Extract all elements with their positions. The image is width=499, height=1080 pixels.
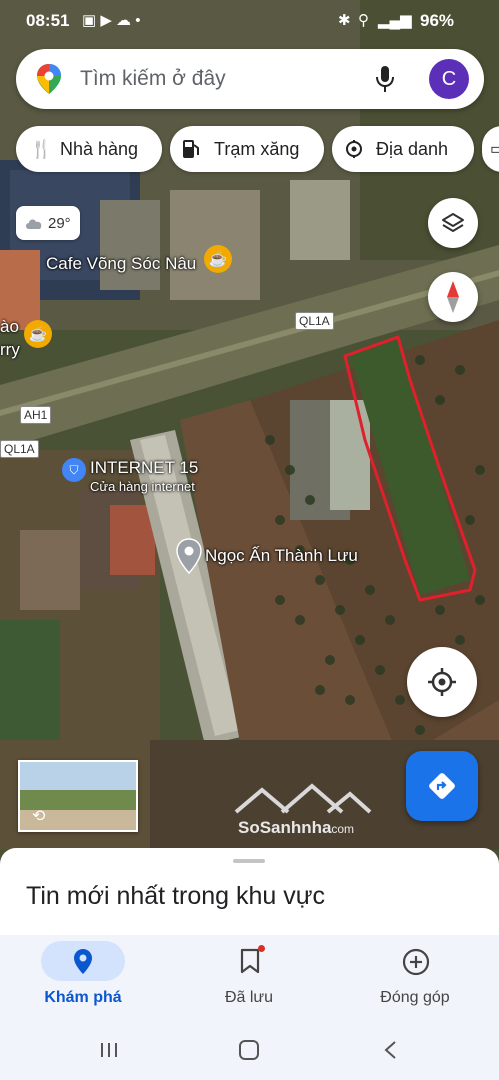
chip-landmarks[interactable]: Địa danh	[332, 126, 474, 172]
chip-more-icon: ▭	[490, 141, 499, 158]
sky	[20, 762, 136, 790]
location-status-icon: ⚲	[358, 12, 369, 29]
road-shield-ah1: AH1	[20, 406, 52, 424]
directions-icon	[429, 773, 455, 799]
avatar-letter: C	[441, 67, 457, 90]
watermark: SoSanhnha .com	[232, 782, 382, 842]
compass-button[interactable]	[428, 272, 478, 322]
cloud-icon	[26, 219, 42, 229]
chip-gas-stations[interactable]: Trạm xăng	[170, 126, 324, 172]
cafe-left-label-1[interactable]: ào	[0, 317, 19, 337]
internet-label[interactable]: INTERNET 15	[90, 458, 198, 478]
status-bar: 08:51 ▣ ▶ ☁ • ✱ ⚲ ▂▄▆ 96%	[0, 0, 499, 40]
nav-contribute-label: Đóng góp	[380, 989, 450, 1006]
weather-badge[interactable]: 29°	[16, 206, 80, 240]
cafe-label[interactable]: Cafe Võng Sóc Nâu	[46, 254, 196, 274]
watermark-houses-logo	[234, 783, 372, 814]
bluetooth-icon: ✱	[338, 12, 351, 29]
avatar[interactable]: C	[429, 59, 469, 99]
notification-icons: ▣ ▶ ☁ •	[82, 12, 141, 29]
directions-button[interactable]	[406, 751, 478, 821]
place-pin-icon[interactable]	[176, 538, 202, 574]
cafe-marker-left[interactable]: ☕	[24, 320, 52, 348]
nav-saved[interactable]: Đã lưu	[166, 935, 332, 1023]
nav-explore-label: Khám phá	[44, 989, 122, 1006]
nav-saved-label: Đã lưu	[224, 989, 274, 1006]
sheet-title: Tin mới nhất trong khu vực	[26, 882, 325, 910]
watermark-text: SoSanhnha	[238, 818, 332, 837]
cafe-marker[interactable]: ☕	[204, 245, 232, 273]
nav-contribute[interactable]: Đóng góp	[332, 935, 498, 1023]
rotate-360-icon: ⟲	[32, 808, 46, 825]
chip-landmarks-label: Địa danh	[376, 138, 449, 159]
bookmark-icon	[240, 948, 260, 974]
chip-restaurants[interactable]: 🍴 Nhà hàng	[16, 126, 162, 172]
place-label[interactable]: Ngọc Ấn Thành Lưu	[205, 546, 358, 566]
bottom-navigation: Khám phá Đã lưu Đóng góp	[0, 935, 499, 1023]
shopping-bag-icon: ⛉	[69, 462, 79, 477]
internet-marker[interactable]: ⛉	[62, 458, 86, 482]
chip-restaurants-label: Nhà hàng	[60, 138, 139, 159]
home-icon[interactable]	[238, 1039, 260, 1061]
layers-icon	[442, 213, 464, 232]
watermark-suffix: .com	[328, 822, 355, 836]
search-bar[interactable]: Tìm kiếm ở đây C	[16, 49, 484, 109]
gas-pump-icon	[183, 140, 199, 158]
landmark-icon	[346, 140, 362, 158]
layers-button[interactable]	[428, 198, 478, 248]
microphone-icon[interactable]	[374, 65, 396, 93]
cafe-left-label-2[interactable]: rry	[0, 340, 20, 360]
road-shield-ql1a-left: QL1A	[0, 440, 39, 458]
nav-explore[interactable]: Khám phá	[0, 935, 166, 1023]
compass-icon	[447, 281, 459, 313]
system-navigation-bar	[0, 1023, 499, 1080]
saved-notification-dot	[258, 945, 265, 952]
back-icon[interactable]	[380, 1039, 402, 1061]
add-circle-icon	[402, 948, 430, 976]
signal-icon: ▂▄▆	[378, 12, 412, 29]
internet-category: Cửa hàng internet	[90, 479, 195, 494]
chip-gas-stations-label: Trạm xăng	[214, 138, 300, 159]
weather-temp: 29°	[48, 214, 71, 232]
recent-apps-icon[interactable]	[98, 1039, 120, 1061]
search-input[interactable]: Tìm kiếm ở đây	[80, 67, 226, 91]
status-time: 08:51	[26, 11, 70, 30]
coffee-icon: ☕	[28, 326, 48, 343]
sheet-drag-handle[interactable]	[233, 859, 265, 863]
crosshair-icon	[428, 668, 456, 696]
fork-knife-icon: 🍴	[30, 138, 53, 159]
battery-level: 96%	[420, 11, 455, 30]
coffee-icon: ☕	[208, 251, 228, 268]
street-view-thumbnail[interactable]: ⟲	[18, 760, 138, 832]
my-location-button[interactable]	[407, 647, 477, 717]
location-pin-icon	[74, 949, 92, 974]
maps-logo-icon	[37, 64, 61, 94]
road-shield-ql1a: QL1A	[295, 312, 334, 330]
